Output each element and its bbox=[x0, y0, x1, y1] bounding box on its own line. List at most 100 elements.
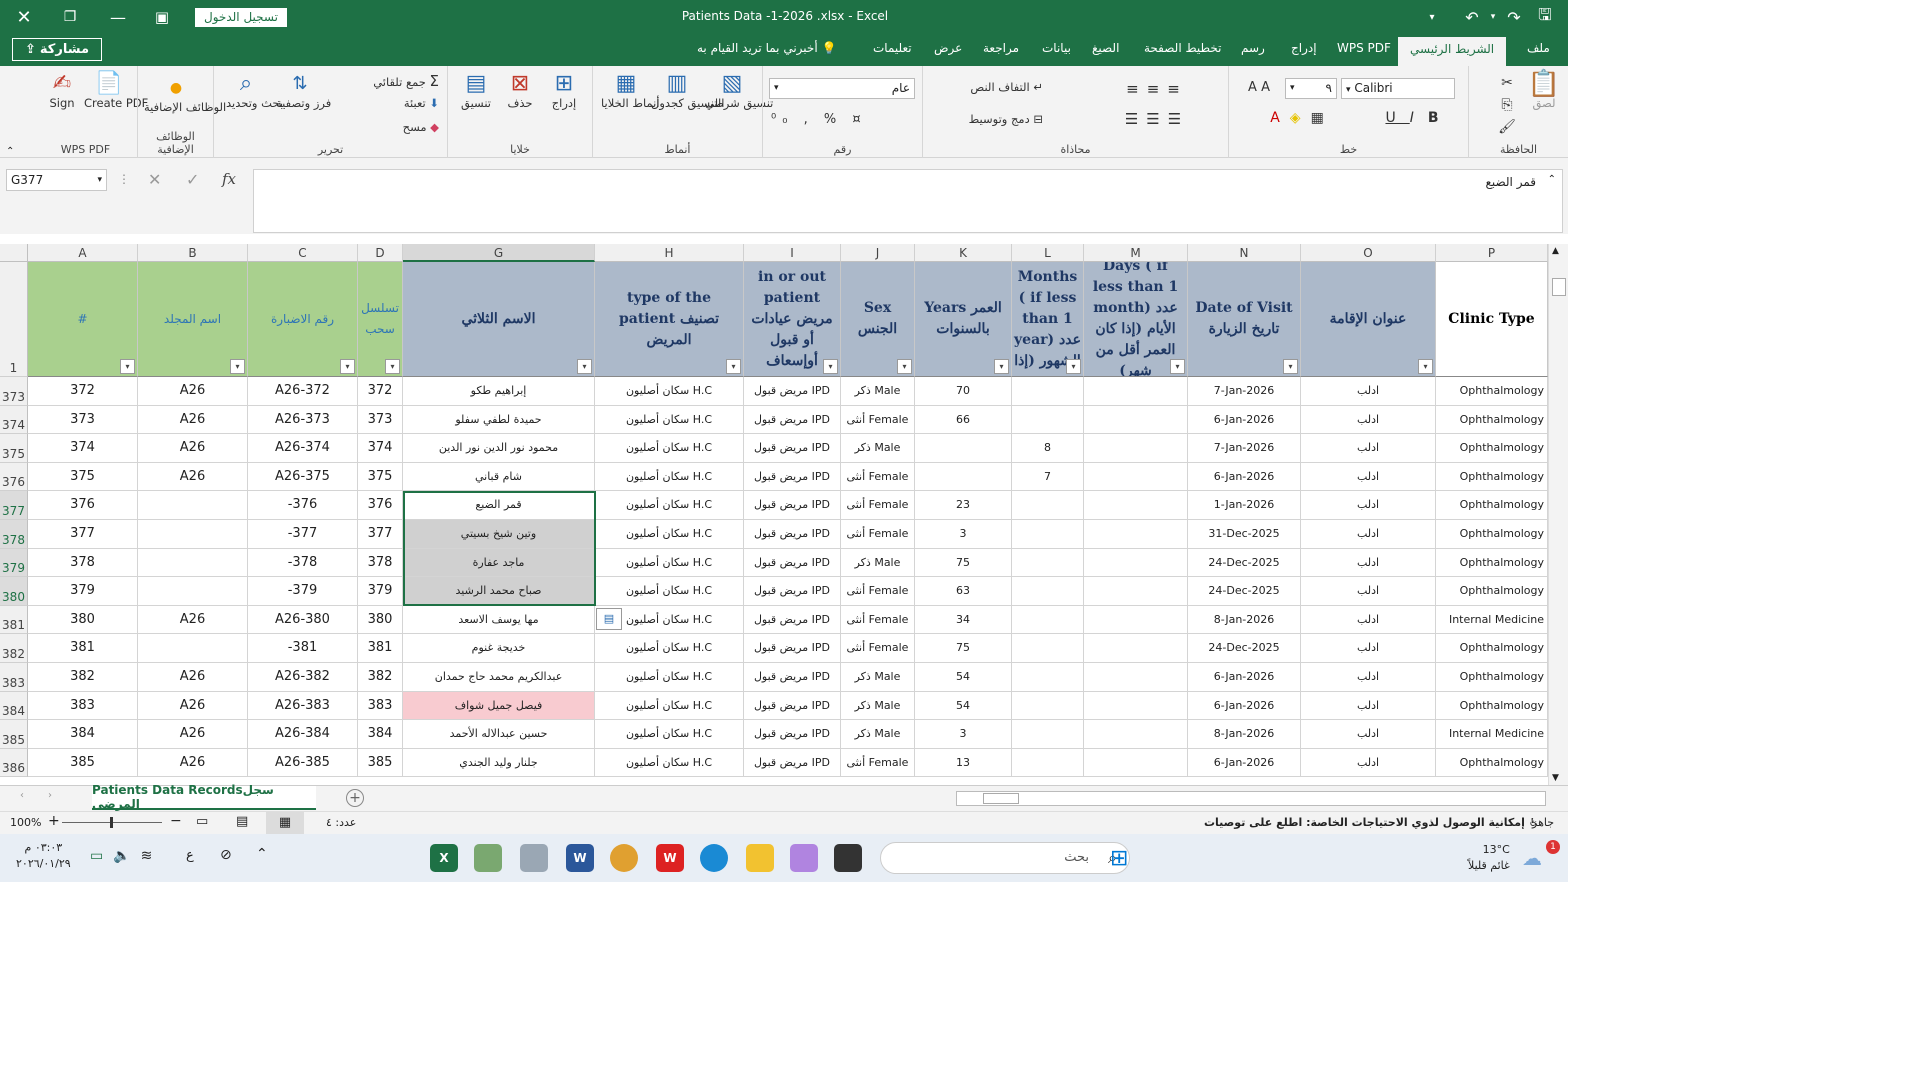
scroll-down-icon[interactable]: ▼ bbox=[1552, 773, 1559, 783]
filter-dropdown-icon[interactable]: ▾ bbox=[897, 359, 912, 374]
cell-h[interactable]: سكان أصليون H.C bbox=[595, 577, 744, 606]
cell-a[interactable]: 373 bbox=[28, 405, 138, 435]
cell-c[interactable]: A26-372 bbox=[248, 377, 358, 406]
header-cell-b[interactable]: اسم المجلد ▾ bbox=[138, 262, 248, 377]
cell-l[interactable] bbox=[1012, 691, 1084, 721]
cell-g[interactable]: محمود نور الدين نور الدين bbox=[403, 434, 595, 463]
cell-p[interactable]: Ophthalmology bbox=[1436, 462, 1548, 492]
cell-c[interactable]: A26-382 bbox=[248, 663, 358, 692]
cell-j[interactable]: أنثى Female bbox=[841, 520, 915, 549]
sort-filter-button[interactable]: ⇅ فرز وتصفية bbox=[276, 72, 331, 110]
horizontal-scrollbar[interactable] bbox=[956, 791, 1546, 806]
hscroll-thumb[interactable] bbox=[983, 793, 1019, 804]
cell-k[interactable]: 66 bbox=[915, 405, 1012, 435]
column-header-j[interactable]: J bbox=[841, 244, 915, 262]
zoom-out-icon[interactable]: − bbox=[170, 813, 182, 829]
cell-p[interactable]: Ophthalmology bbox=[1436, 377, 1548, 406]
cell-n[interactable]: 6-Jan-2026 bbox=[1188, 462, 1301, 492]
accessibility-status[interactable]: إمكانية الوصول لذوي الاحتياجات الخاصة: ا… bbox=[1204, 816, 1539, 829]
cell-o[interactable]: ادلب bbox=[1301, 605, 1436, 635]
column-header-a[interactable]: A bbox=[28, 244, 138, 262]
create-pdf-button[interactable]: 📄 Create PDF bbox=[84, 72, 148, 111]
merge-center-button[interactable]: دمج وتوسيط ⊟ bbox=[953, 112, 1043, 126]
filter-dropdown-icon[interactable]: ▾ bbox=[726, 359, 741, 374]
page-layout-view-icon[interactable]: ▤ bbox=[236, 814, 248, 829]
next-sheet-icon[interactable]: › bbox=[48, 790, 52, 801]
row-header[interactable]: 384 bbox=[0, 691, 28, 721]
cell-d[interactable]: 385 bbox=[358, 748, 403, 778]
cell-styles-button[interactable]: ▦ أنماط الخلايا bbox=[601, 72, 660, 111]
cell-j[interactable]: أنثى Female bbox=[841, 605, 915, 635]
cell-n[interactable]: 7-Jan-2026 bbox=[1188, 434, 1301, 463]
delete-cells-button[interactable]: ⊠ حذف bbox=[500, 72, 540, 111]
cell-i[interactable]: مريض قبول IPD bbox=[744, 691, 841, 721]
sign-button[interactable]: ✍ Sign bbox=[44, 72, 80, 111]
number-format-select[interactable]: ▾ عام bbox=[769, 78, 915, 99]
row-header[interactable]: 375 bbox=[0, 434, 28, 463]
tab-view[interactable]: عرض bbox=[934, 41, 962, 55]
cell-n[interactable]: 24-Dec-2025 bbox=[1188, 634, 1301, 663]
cell-o[interactable]: ادلب bbox=[1301, 748, 1436, 778]
cell-l[interactable] bbox=[1012, 720, 1084, 749]
taskbar-search[interactable]: ⌕ بحث bbox=[880, 842, 1130, 874]
cell-g[interactable]: إبراهيم طكو bbox=[403, 377, 595, 406]
filter-dropdown-icon[interactable]: ▾ bbox=[1418, 359, 1433, 374]
cell-p[interactable]: Internal Medicine bbox=[1436, 605, 1548, 635]
cell-d[interactable]: 374 bbox=[358, 434, 403, 463]
wps-taskbar-icon[interactable]: W bbox=[656, 844, 684, 872]
cell-o[interactable]: ادلب bbox=[1301, 434, 1436, 463]
cell-i[interactable]: مريض قبول IPD bbox=[744, 434, 841, 463]
scroll-up-icon[interactable]: ▲ bbox=[1552, 246, 1559, 256]
save-icon[interactable]: 🖫 bbox=[1532, 0, 1558, 34]
tell-me-search[interactable]: أخبرني بما تريد القيام به 💡 bbox=[697, 41, 836, 55]
cell-a[interactable]: 378 bbox=[28, 548, 138, 578]
cell-b[interactable]: A26 bbox=[138, 720, 248, 749]
weather-widget[interactable]: 13°C غائم قليلاً bbox=[1468, 842, 1510, 874]
cell-n[interactable]: 6-Jan-2026 bbox=[1188, 748, 1301, 778]
cell-h[interactable]: سكان أصليون H.C bbox=[595, 663, 744, 692]
cell-l[interactable] bbox=[1012, 377, 1084, 406]
cell-l[interactable] bbox=[1012, 491, 1084, 520]
undo-dropdown-icon[interactable]: ▾ bbox=[1486, 0, 1500, 34]
cell-j[interactable]: أنثى Female bbox=[841, 462, 915, 492]
cell-o[interactable]: ادلب bbox=[1301, 405, 1436, 435]
cell-a[interactable]: 382 bbox=[28, 663, 138, 692]
cell-h[interactable]: سكان أصليون H.C bbox=[595, 405, 744, 435]
paste-button[interactable]: 📋 لصق bbox=[1525, 71, 1563, 110]
cell-i[interactable]: مريض قبول IPD bbox=[744, 405, 841, 435]
system-tray[interactable]: ▭🔈≋ bbox=[90, 848, 162, 864]
cell-n[interactable]: 24-Dec-2025 bbox=[1188, 577, 1301, 606]
cell-j[interactable]: ذكر Male bbox=[841, 663, 915, 692]
cell-p[interactable]: Ophthalmology bbox=[1436, 634, 1548, 663]
row-header[interactable]: 378 bbox=[0, 520, 28, 549]
row-header[interactable]: 374 bbox=[0, 405, 28, 435]
name-box[interactable]: G377 ▾ bbox=[6, 169, 107, 191]
cell-c[interactable]: -377 bbox=[248, 520, 358, 549]
app-taskbar-icon[interactable] bbox=[474, 844, 502, 872]
cell-o[interactable]: ادلب bbox=[1301, 634, 1436, 663]
cell-c[interactable]: A26-383 bbox=[248, 691, 358, 721]
minimize-icon[interactable]: — bbox=[104, 0, 132, 34]
tab-review[interactable]: مراجعة bbox=[983, 41, 1019, 55]
cell-p[interactable]: Ophthalmology bbox=[1436, 577, 1548, 606]
cell-a[interactable]: 374 bbox=[28, 434, 138, 463]
cell-p[interactable]: Ophthalmology bbox=[1436, 691, 1548, 721]
page-break-view-icon[interactable]: ▭ bbox=[196, 814, 208, 829]
format-as-table-button[interactable]: ▥ التنسيق كجدول bbox=[651, 72, 724, 111]
cell-l[interactable] bbox=[1012, 663, 1084, 692]
row-header[interactable]: 385 bbox=[0, 720, 28, 749]
cancel-icon[interactable]: ✕ bbox=[148, 170, 161, 189]
zoom-slider-thumb[interactable] bbox=[110, 817, 113, 828]
cell-j[interactable]: ذكر Male bbox=[841, 548, 915, 578]
chevron-up-icon[interactable]: ⌃ bbox=[1548, 174, 1556, 185]
cell-d[interactable]: 377 bbox=[358, 520, 403, 549]
tab-data[interactable]: بيانات bbox=[1042, 41, 1071, 55]
cell-g[interactable]: ماجد عفارة bbox=[403, 548, 595, 578]
cell-m[interactable] bbox=[1084, 405, 1188, 435]
cell-g[interactable]: شام قباني bbox=[403, 462, 595, 492]
wrap-text-button[interactable]: التفاف النص ↵ bbox=[963, 80, 1043, 94]
cell-m[interactable] bbox=[1084, 691, 1188, 721]
row-header[interactable]: 377 bbox=[0, 491, 28, 520]
number-format-buttons[interactable]: ⁰₀ , % ¤ bbox=[771, 112, 915, 127]
cell-j[interactable]: أنثى Female bbox=[841, 634, 915, 663]
